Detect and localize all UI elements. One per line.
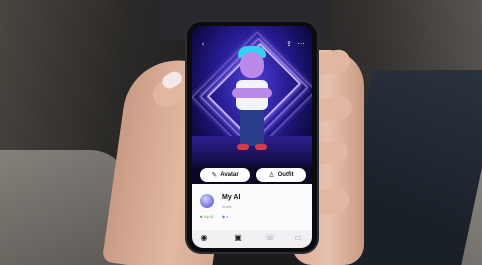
chat-stat: ◆ 4 bbox=[222, 214, 229, 219]
avatar-head bbox=[240, 52, 264, 78]
outfit-button-label: Outfit bbox=[277, 172, 294, 178]
avatar-shoe bbox=[237, 144, 249, 150]
share-icon[interactable]: ⇪ bbox=[284, 40, 294, 50]
call-icon[interactable]: ☏ bbox=[264, 233, 276, 243]
hanger-icon: ♙ bbox=[268, 172, 275, 179]
more-icon[interactable]: ⋯ bbox=[296, 40, 306, 50]
pencil-icon: ✎ bbox=[211, 172, 218, 179]
chat-name[interactable]: My AI bbox=[222, 194, 240, 201]
camera-icon[interactable]: ◉ bbox=[198, 233, 210, 243]
chat-stat: ■ My AI bbox=[200, 214, 214, 219]
chat-subtitle: Invite bbox=[222, 204, 232, 209]
outfit-button[interactable]: ♙ Outfit bbox=[256, 168, 306, 182]
avatar-button-label: Avatar bbox=[220, 172, 239, 178]
photo-scene: ‹ ⇪ ⋯ ✎ Avatar ♙ Outfit My AI Invite ■ M… bbox=[0, 0, 482, 265]
video-icon[interactable]: ▭ bbox=[292, 233, 304, 243]
avatar-button[interactable]: ✎ Avatar bbox=[200, 168, 250, 182]
back-icon[interactable]: ‹ bbox=[198, 40, 208, 50]
phone-screen: ‹ ⇪ ⋯ ✎ Avatar ♙ Outfit My AI Invite ■ M… bbox=[192, 26, 312, 248]
my-ai-avatar[interactable] bbox=[200, 194, 214, 208]
avatar-legs bbox=[240, 110, 264, 146]
chat-icon[interactable]: ▣ bbox=[232, 233, 244, 243]
avatar-stage: ‹ ⇪ ⋯ bbox=[192, 26, 312, 167]
avatar-shoe bbox=[255, 144, 267, 150]
avatar-arms bbox=[232, 88, 272, 98]
